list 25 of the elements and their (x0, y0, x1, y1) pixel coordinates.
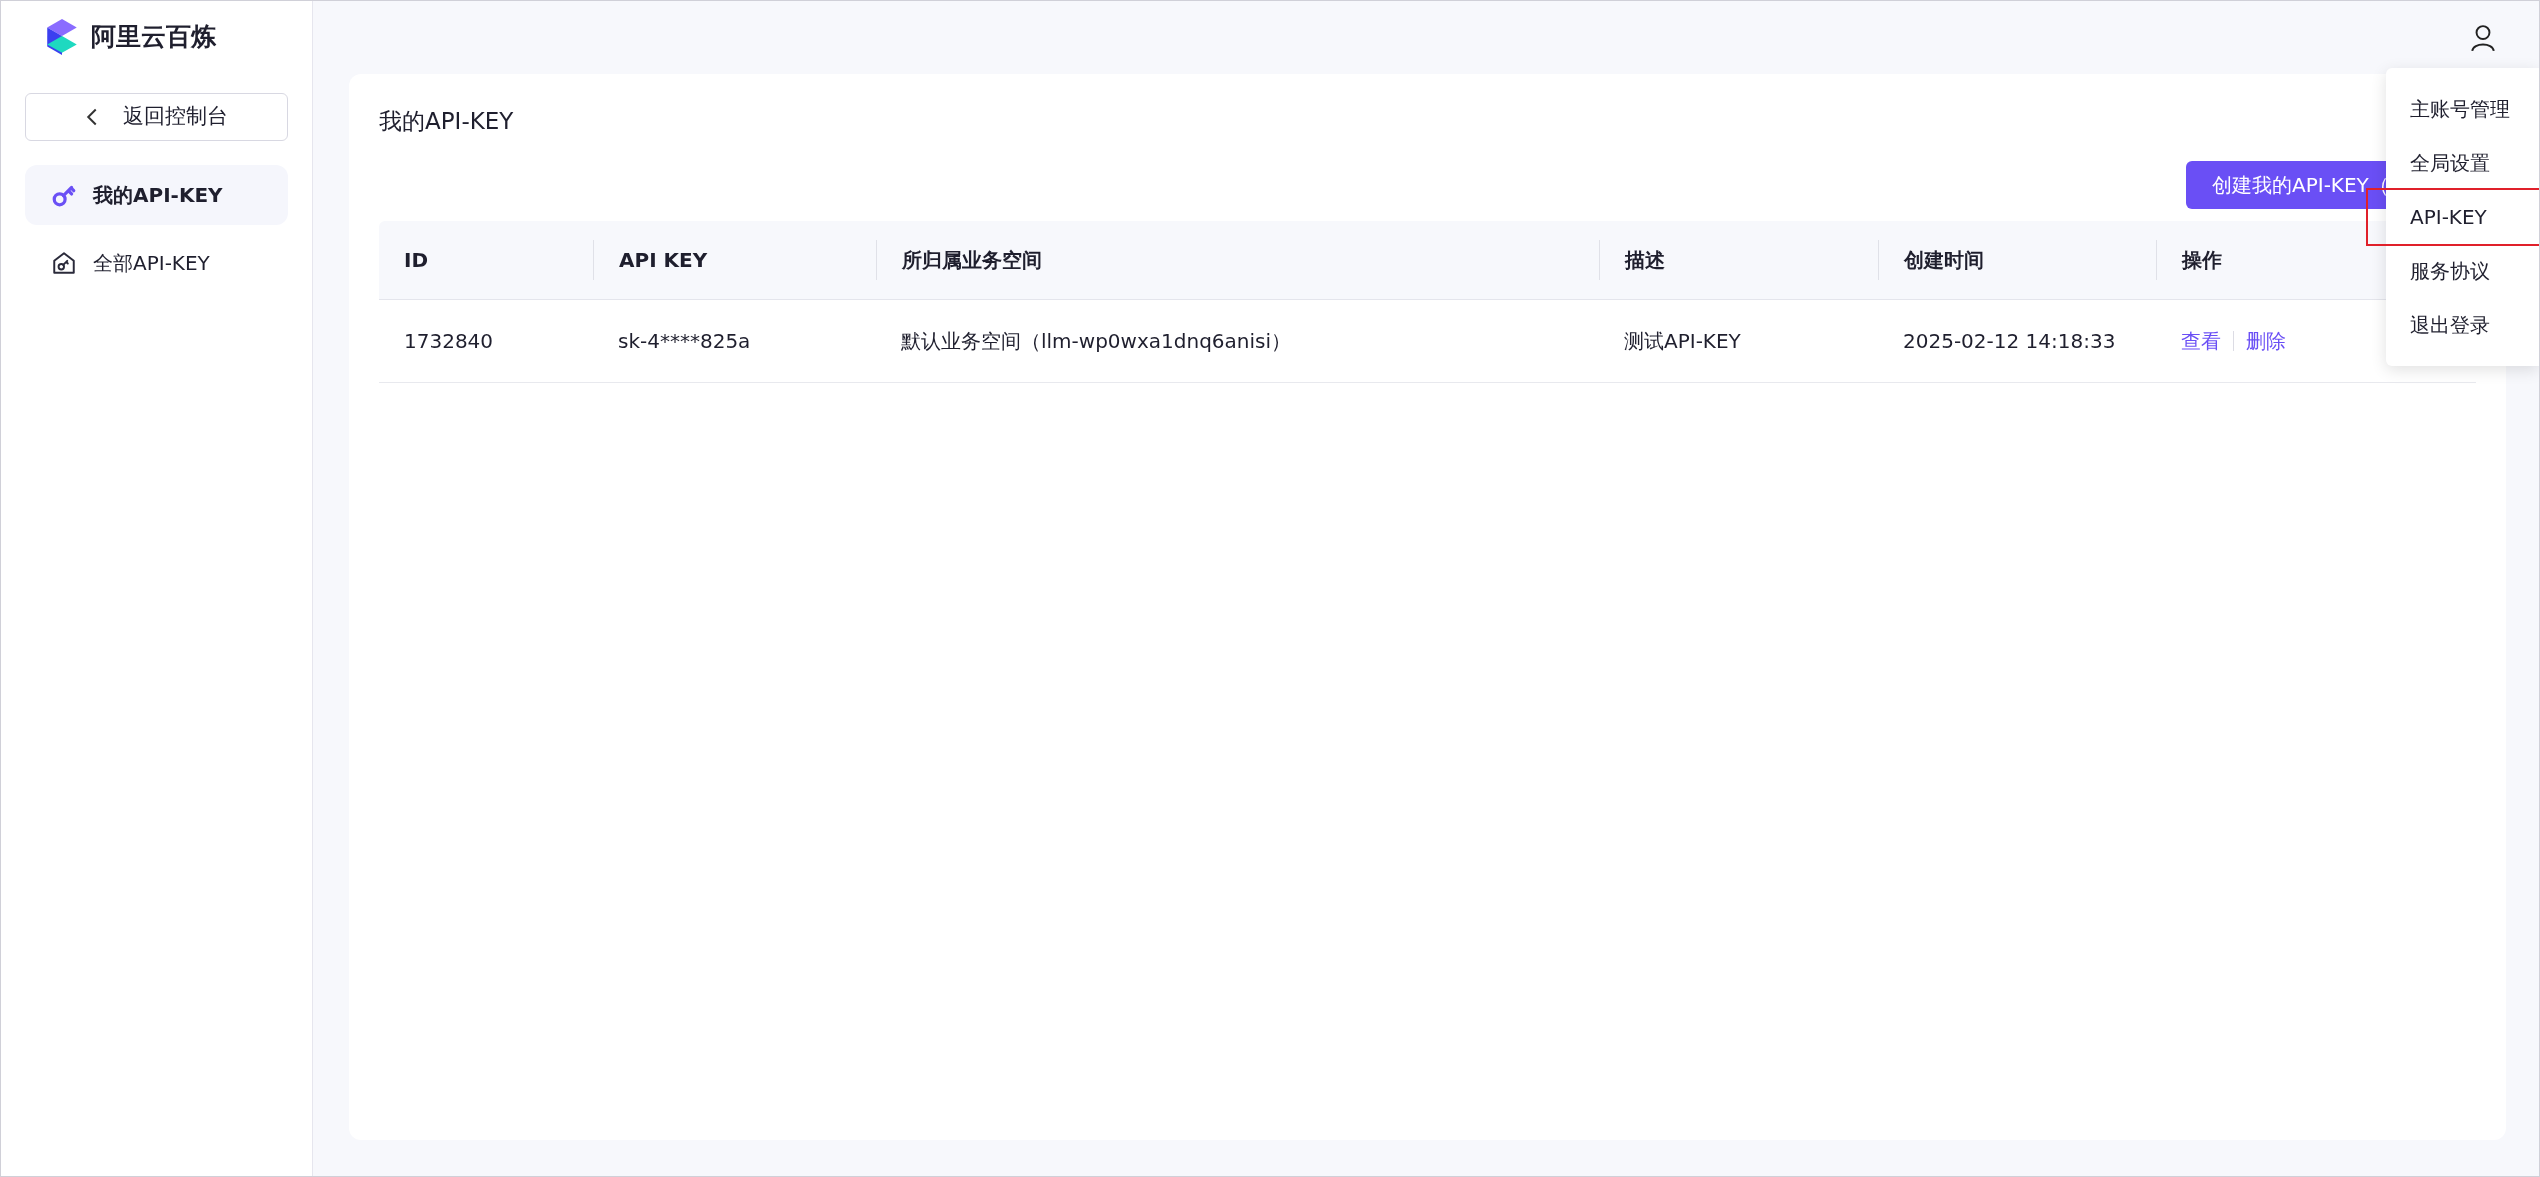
menu-item[interactable]: 主账号管理 (2386, 82, 2539, 136)
back-button[interactable]: 返回控制台 (25, 93, 288, 141)
house-key-icon (51, 250, 77, 276)
column-header: 描述 (1625, 246, 1665, 274)
page-title: 我的API-KEY (379, 107, 514, 136)
table-cell-text: sk-4****825a (617, 327, 752, 355)
brand-name: 阿里云百炼 (91, 21, 216, 54)
sidebar-item[interactable]: 我的API-KEY (25, 165, 288, 225)
sidebar-item[interactable]: 全部API-KEY (25, 233, 288, 293)
column-header: ID (404, 246, 429, 274)
menu-item[interactable]: 退出登录 (2386, 298, 2539, 352)
column-header: API KEY (619, 246, 708, 274)
menu-item[interactable]: 服务协议 (2386, 244, 2539, 298)
table-cell-text: 2025-02-12 14:18:33 (1902, 327, 2117, 355)
table-cell-text: 默认业务空间（llm-wp0wxa1dnq6anisi） (900, 327, 1293, 355)
table-cell-text: 测试API-KEY (1623, 327, 1742, 355)
action-link[interactable]: 查看 (2181, 325, 2221, 356)
user-icon[interactable] (2470, 23, 2496, 52)
action-link[interactable]: 删除 (2246, 325, 2286, 356)
column-header: 所归属业务空间 (902, 246, 1042, 274)
column-header: 操作 (2182, 246, 2222, 274)
logo-icon (45, 18, 79, 56)
table-cell-text: 1732840 (403, 327, 495, 355)
chevron-left-icon (85, 107, 99, 127)
column-header: 创建时间 (1904, 246, 1984, 274)
